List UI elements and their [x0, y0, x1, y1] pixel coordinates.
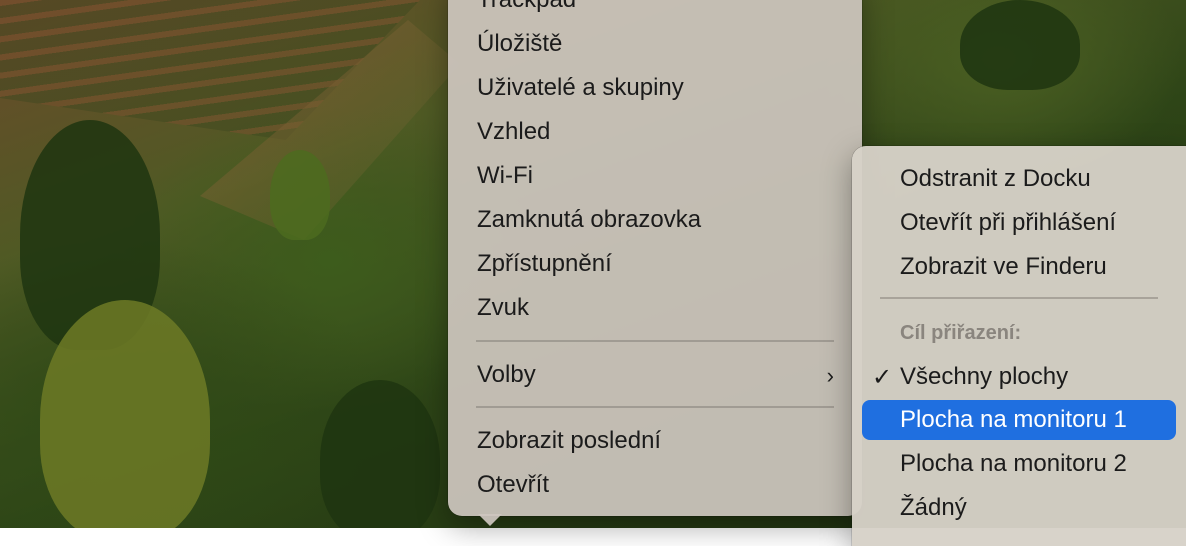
menu-item-wifi[interactable]: Wi-Fi: [448, 156, 862, 196]
menu-separator: [476, 406, 834, 408]
menu-item-appearance[interactable]: Vzhled: [448, 112, 862, 152]
menu-item-label: Volby: [477, 361, 536, 388]
menu-item-lock-screen[interactable]: Zamknutá obrazovka: [448, 200, 862, 240]
menu-item-label: Zvuk: [477, 294, 530, 321]
menu-item-desktop-monitor-1[interactable]: Plocha na monitoru 1: [862, 400, 1176, 440]
chevron-right-icon: ›: [826, 363, 834, 388]
menu-item-sound[interactable]: Zvuk: [448, 288, 862, 328]
menu-item-label: Odstranit z Docku: [900, 165, 1091, 192]
menu-separator: [476, 340, 834, 342]
menu-item-all-desktops[interactable]: ✓ Všechny plochy: [852, 357, 1186, 397]
menu-item-trackpad[interactable]: Trackpad: [448, 0, 862, 20]
menu-item-show-in-finder[interactable]: Zobrazit ve Finderu: [852, 247, 1186, 287]
menu-item-desktop-monitor-2[interactable]: Plocha na monitoru 2: [852, 444, 1186, 484]
menu-item-label: Zobrazit ve Finderu: [900, 253, 1107, 280]
menu-separator: [880, 297, 1158, 299]
tree: [320, 380, 440, 528]
menu-item-show-recent[interactable]: Zobrazit poslední: [448, 421, 862, 461]
menu-item-label: Plocha na monitoru 1: [900, 406, 1127, 433]
tree: [40, 300, 210, 528]
menu-item-none[interactable]: Žádný: [852, 488, 1186, 528]
menu-item-accessibility[interactable]: Zpřístupnění: [448, 244, 862, 284]
tree: [960, 0, 1080, 90]
options-submenu: Odstranit z Docku Otevřít při přihlášení…: [852, 146, 1186, 546]
menu-item-label: Otevřít při přihlášení: [900, 209, 1117, 236]
checkmark-icon: ✓: [872, 364, 893, 391]
menu-item-label: Žádný: [900, 494, 967, 521]
dock-context-menu: Trackpad Úložiště Uživatelé a skupiny Vz…: [448, 0, 862, 526]
menu-item-label: Trackpad: [477, 0, 576, 14]
menu-item-label: Otevřít: [477, 471, 550, 498]
menu-item-label: Všechny plochy: [900, 363, 1069, 390]
menu-item-label: Zamknutá obrazovka: [477, 206, 702, 233]
menu-item-remove-from-dock[interactable]: Odstranit z Docku: [852, 159, 1186, 199]
menu-item-open-at-login[interactable]: Otevřít při přihlášení: [852, 203, 1186, 243]
menu-item-label: Vzhled: [477, 118, 551, 145]
menu-item-label: Úložiště: [477, 30, 563, 57]
assign-to-section-label: Cíl přiřazení:: [900, 322, 1022, 344]
menu-item-label: Zpřístupnění: [477, 250, 612, 277]
menu-item-label: Zobrazit poslední: [477, 427, 662, 454]
menu-item-storage[interactable]: Úložiště: [448, 24, 862, 64]
menu-item-options[interactable]: Volby ›: [448, 355, 862, 395]
menu-item-label: Wi-Fi: [477, 162, 533, 189]
menu-item-label: Plocha na monitoru 2: [900, 450, 1127, 477]
menu-item-open[interactable]: Otevřít: [448, 465, 862, 505]
tree: [270, 150, 330, 240]
menu-item-label: Uživatelé a skupiny: [477, 74, 684, 101]
menu-item-users-groups[interactable]: Uživatelé a skupiny: [448, 68, 862, 108]
